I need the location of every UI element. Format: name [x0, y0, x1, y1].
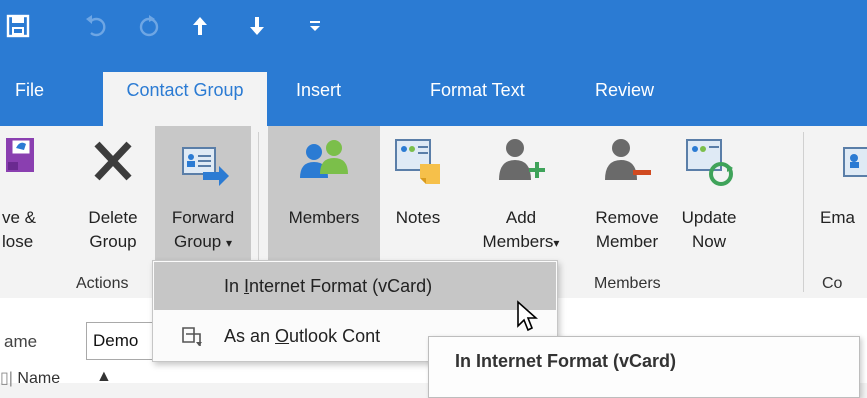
tab-contact-group[interactable]: Contact Group [103, 72, 267, 126]
add-members-button[interactable]: Add Members▾ [468, 126, 574, 272]
up-arrow-icon[interactable] [180, 6, 220, 46]
tab-label: Format Text [430, 80, 525, 100]
tab-label: Review [595, 80, 655, 100]
tab-label: Insert [296, 80, 342, 100]
chevron-down-icon: ▾ [553, 236, 560, 250]
save-close-icon [0, 134, 42, 197]
chevron-down-icon: ▾ [225, 236, 232, 250]
delete-icon [89, 134, 137, 193]
label-part: In [224, 276, 245, 296]
menu-item-internet-format[interactable]: In Internet Format (vCard) [154, 262, 556, 310]
forward-group-icon [175, 134, 231, 195]
undo-icon[interactable] [76, 6, 116, 46]
redo-icon[interactable] [129, 6, 169, 46]
tooltip: In Internet Format (vCard) [428, 336, 860, 398]
email-icon [840, 134, 867, 195]
button-label: Members [482, 232, 554, 251]
save-icon[interactable] [0, 6, 38, 46]
update-icon [681, 134, 737, 195]
button-label: Members [288, 208, 360, 227]
down-arrow-icon[interactable] [237, 6, 277, 46]
add-member-icon [493, 134, 549, 195]
button-label: Ema [820, 208, 855, 227]
button-label: Forward [171, 208, 235, 227]
tab-insert[interactable]: Insert [296, 72, 341, 126]
button-label: Group [173, 232, 222, 251]
remove-member-icon [599, 134, 655, 195]
update-now-button[interactable]: Update Now [672, 126, 746, 272]
group-label-actions: Actions [76, 275, 129, 292]
remove-member-button[interactable]: Remove Member [584, 126, 670, 272]
label-part: utlook Cont [289, 326, 381, 346]
menu-item-label: As an Outlook Cont [224, 326, 380, 347]
members-button[interactable]: Members [268, 126, 380, 272]
button-label: Add [505, 208, 537, 227]
tab-review[interactable]: Review [595, 72, 654, 126]
tab-label: Contact Group [126, 80, 244, 100]
mouse-cursor-icon [516, 300, 539, 337]
customize-icon[interactable] [296, 6, 336, 46]
delete-group-button[interactable]: Delete Group [74, 126, 152, 272]
label-part: As an [224, 326, 276, 346]
button-label: Delete [88, 208, 138, 227]
email-button[interactable]: Ema [812, 126, 867, 272]
tab-file[interactable]: File [15, 72, 44, 126]
name-label: ame [4, 332, 38, 351]
group-separator [803, 132, 804, 292]
menu-item-label: In Internet Format (vCard) [224, 276, 432, 297]
button-label: Remove [595, 208, 659, 227]
sort-icon: ▲ [96, 368, 112, 385]
tab-label: File [15, 80, 45, 100]
group-label-members: Members [594, 275, 661, 292]
tooltip-text: In Internet Format (vCard) [455, 351, 677, 371]
forward-group-button[interactable]: Forward Group ▾ [155, 126, 251, 272]
button-label: lose [2, 232, 34, 251]
tab-format-text[interactable]: Format Text [430, 72, 525, 126]
button-label: Notes [395, 208, 441, 227]
notes-icon [390, 134, 446, 195]
ribbon-tabs: File Contact Group Insert Format Text Re… [0, 54, 867, 126]
save-close-button[interactable]: ve & lose [0, 126, 74, 272]
access-key: O [275, 326, 290, 346]
button-label: ve & [2, 208, 37, 227]
column-header-name[interactable]: ▯| Name ▲ [0, 368, 112, 388]
quick-access-toolbar [0, 0, 867, 54]
outlook-contact-icon [180, 324, 206, 353]
button-label: Now [691, 232, 726, 251]
label-part: nternet Format (vCard) [249, 276, 433, 296]
group-label-communicate: Co [822, 275, 843, 292]
name-input[interactable]: Demo [86, 322, 158, 360]
button-label: Group [89, 232, 137, 251]
members-icon [294, 134, 354, 195]
table-icon: ▯| [0, 370, 13, 387]
notes-button[interactable]: Notes [382, 126, 454, 272]
column-header-label: Name [17, 370, 61, 387]
button-label: Update [681, 208, 737, 227]
name-input-value: Demo [93, 331, 139, 350]
button-label: Member [595, 232, 659, 251]
